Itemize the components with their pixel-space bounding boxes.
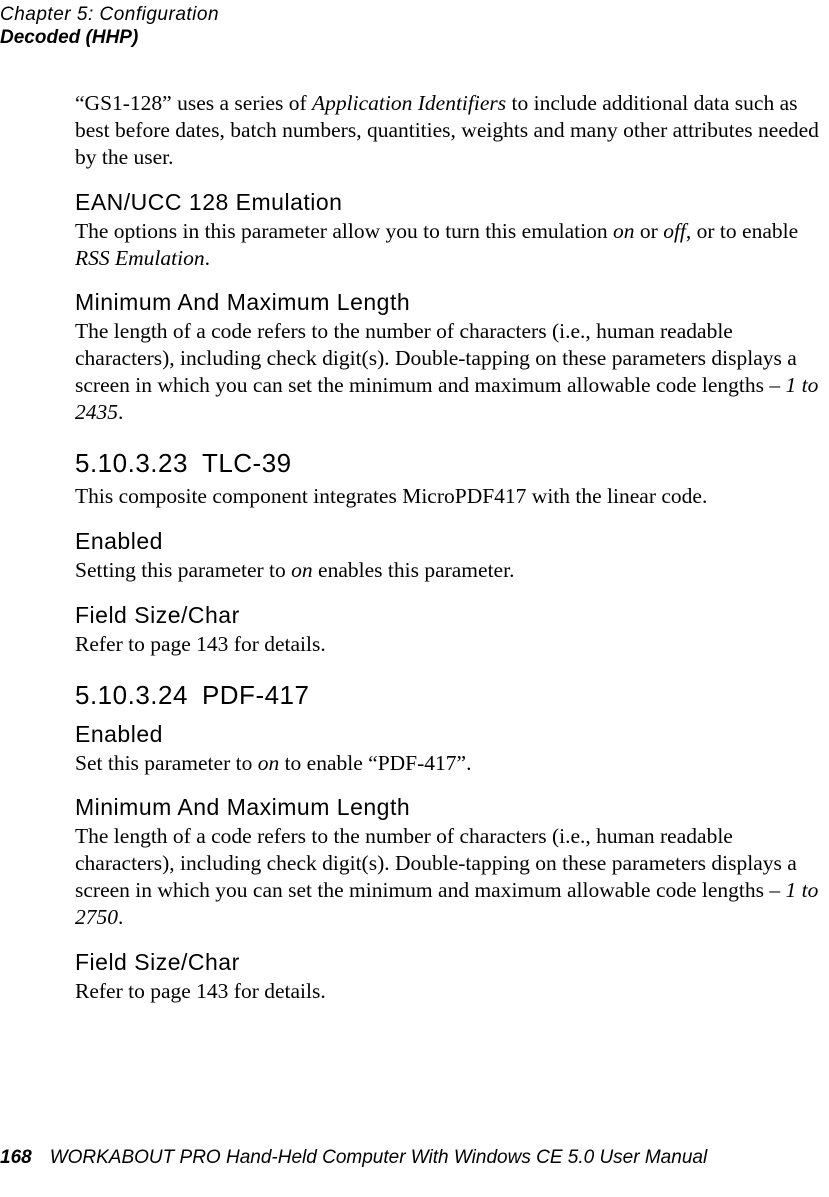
text: or (635, 219, 664, 243)
text-italic: RSS Emulation (75, 246, 205, 270)
page-number: 168 (0, 1147, 32, 1168)
text: enables this parameter. (313, 558, 515, 582)
paragraph-length-1: The length of a code refers to the numbe… (75, 318, 829, 426)
text: Set this parameter to (75, 751, 258, 775)
text: Setting this parameter to (75, 558, 291, 582)
text-italic: Application Identifiers (312, 91, 506, 115)
text: . (118, 400, 123, 424)
text: to enable “PDF-417”. (279, 751, 471, 775)
section-title: PDF-417 (202, 680, 310, 710)
section-heading-pdf417: 5.10.3.24 PDF-417 (75, 680, 829, 711)
paragraph-enabled-2: Set this parameter to on to enable “PDF-… (75, 750, 829, 777)
text: . (205, 246, 210, 270)
section-heading-tlc39: 5.10.3.23 TLC-39 (75, 448, 829, 479)
heading-enabled-1: Enabled (75, 528, 829, 555)
paragraph-gs1: “GS1-128” uses a series of Application I… (75, 90, 829, 171)
paragraph-field-size-1: Refer to page 143 for details. (75, 631, 829, 658)
content-area: “GS1-128” uses a series of Application I… (75, 90, 829, 1019)
text-italic: off (663, 219, 686, 243)
paragraph-length-2: The length of a code refers to the numbe… (75, 823, 829, 931)
heading-enabled-2: Enabled (75, 721, 829, 748)
heading-min-max-length-1: Minimum And Maximum Length (75, 289, 829, 316)
page: Chapter 5: Configuration Decoded (HHP) “… (0, 0, 829, 1197)
section-title: TLC-39 (202, 448, 292, 478)
heading-field-size-1: Field Size/Char (75, 602, 829, 629)
page-header: Chapter 5: Configuration Decoded (HHP) (0, 4, 219, 50)
text: . (118, 905, 123, 929)
paragraph-field-size-2: Refer to page 143 for details. (75, 978, 829, 1005)
text: “GS1-128” uses a series of (75, 91, 312, 115)
paragraph-enabled-1: Setting this parameter to on enables thi… (75, 557, 829, 584)
heading-field-size-2: Field Size/Char (75, 949, 829, 976)
text: The length of a code refers to the numbe… (75, 319, 797, 397)
text: , or to enable (686, 219, 798, 243)
text-italic: on (291, 558, 313, 582)
section-number: 5.10.3.23 (75, 448, 188, 478)
header-chapter: Chapter 5: Configuration (0, 4, 219, 27)
header-section: Decoded (HHP) (0, 27, 219, 50)
footer-text: WORKABOUT PRO Hand-Held Computer With Wi… (50, 1147, 707, 1168)
heading-min-max-length-2: Minimum And Maximum Length (75, 794, 829, 821)
paragraph-tlc39: This composite component integrates Micr… (75, 483, 829, 510)
paragraph-emulation: The options in this parameter allow you … (75, 218, 829, 272)
heading-ean-ucc: EAN/UCC 128 Emulation (75, 189, 829, 216)
text-italic: on (258, 751, 280, 775)
text: The options in this parameter allow you … (75, 219, 613, 243)
section-number: 5.10.3.24 (75, 680, 188, 710)
text: The length of a code refers to the numbe… (75, 824, 797, 902)
page-footer: 168 WORKABOUT PRO Hand-Held Computer With… (0, 1147, 707, 1169)
text-italic: on (613, 219, 635, 243)
